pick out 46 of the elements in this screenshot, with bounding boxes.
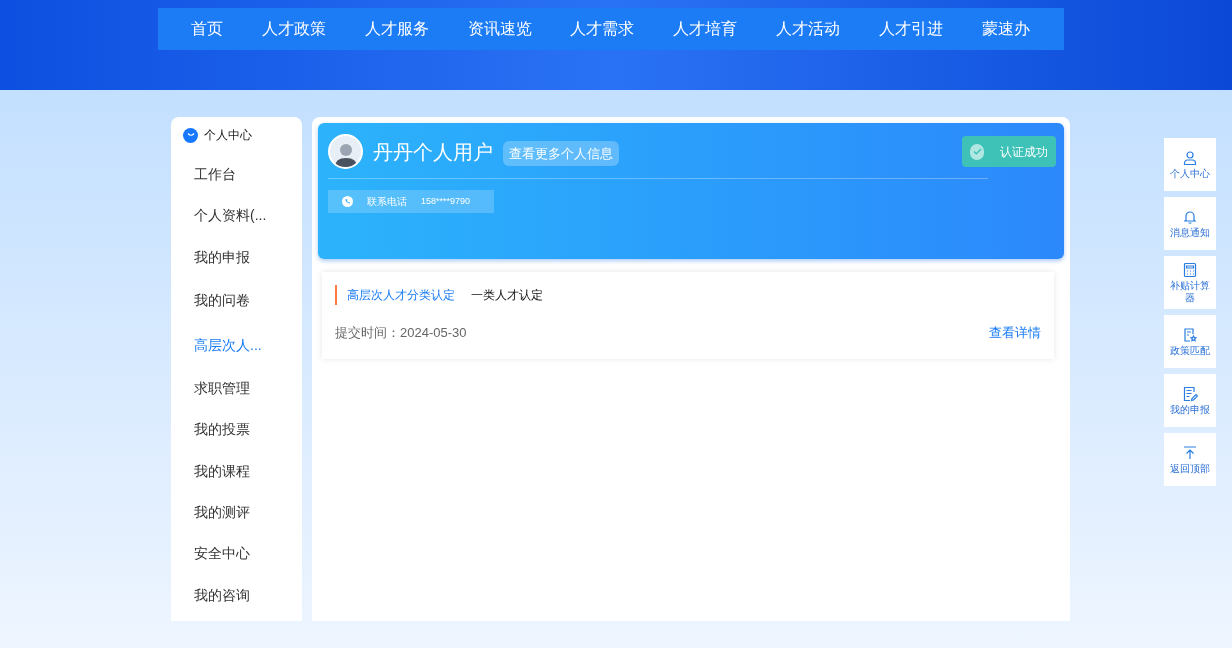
accent-bar — [335, 285, 337, 305]
nav-link[interactable]: 人才引进 — [879, 17, 944, 41]
nav-link[interactable]: 人才需求 — [570, 17, 635, 41]
smile-icon — [183, 127, 198, 143]
sidebar-item[interactable]: 高层次人... — [171, 322, 302, 368]
record-type: 一类人才认定 — [471, 287, 543, 304]
side-tool-button[interactable]: 我的申报 — [1164, 374, 1216, 427]
sidebar-item[interactable]: 我的咨询 — [171, 574, 302, 616]
phone-icon — [342, 196, 353, 207]
sidebar-item[interactable]: 工作台 — [171, 154, 302, 196]
person-silhouette-icon — [333, 141, 358, 167]
nav-link[interactable]: 资讯速览 — [467, 17, 532, 41]
nav-link[interactable]: 人才培育 — [673, 17, 738, 41]
side-tool-button[interactable]: 政策匹配 — [1164, 315, 1216, 368]
category-link[interactable]: 高层次人才分类认定 — [347, 286, 455, 304]
side-tool-button[interactable]: 补贴计算器 — [1164, 256, 1216, 309]
sidebar-item[interactable]: 个人资料(... — [171, 195, 302, 237]
nav-link[interactable]: 人才政策 — [261, 17, 326, 41]
submit-time: 提交时间：2024-05-30 — [335, 324, 467, 342]
bell-icon — [1182, 208, 1198, 225]
sidebar-item[interactable]: 我的课程 — [171, 450, 302, 492]
sidebar-item[interactable]: 我的申报 — [171, 236, 302, 278]
side-tool-button[interactable]: 个人中心 — [1164, 138, 1216, 191]
phone-number: 158****9790 — [421, 194, 471, 208]
verified-badge: 认证成功 — [962, 136, 1056, 167]
arrow-up-icon — [1182, 444, 1198, 461]
sidebar-item[interactable]: 我的投票 — [171, 409, 302, 451]
nav-link[interactable]: 人才服务 — [364, 17, 429, 41]
nav-link[interactable]: 首页 — [190, 17, 223, 41]
user-icon — [1182, 149, 1198, 166]
user-name: 丹丹个人用户 — [373, 139, 493, 165]
sidebar-title: 个人中心 — [204, 127, 252, 144]
side-tool-button[interactable]: 消息通知 — [1164, 197, 1216, 250]
nav-link[interactable]: 人才活动 — [776, 17, 841, 41]
calculator-icon — [1182, 261, 1198, 278]
document-star-icon — [1182, 326, 1198, 343]
check-icon — [970, 143, 984, 160]
nav-link[interactable]: 蒙速办 — [981, 17, 1030, 41]
sidebar-item[interactable]: 我的问卷 — [171, 277, 302, 323]
phone-label: 联系电话 — [367, 195, 407, 209]
side-tool-button[interactable]: 返回顶部 — [1164, 433, 1216, 486]
sidebar-item[interactable]: 我的测评 — [171, 491, 302, 534]
sidebar-item[interactable]: 求职管理 — [171, 367, 302, 410]
details-link[interactable]: 查看详情 — [989, 323, 1041, 343]
sidebar-item[interactable]: 安全中心 — [171, 533, 302, 575]
document-edit-icon — [1182, 385, 1198, 402]
